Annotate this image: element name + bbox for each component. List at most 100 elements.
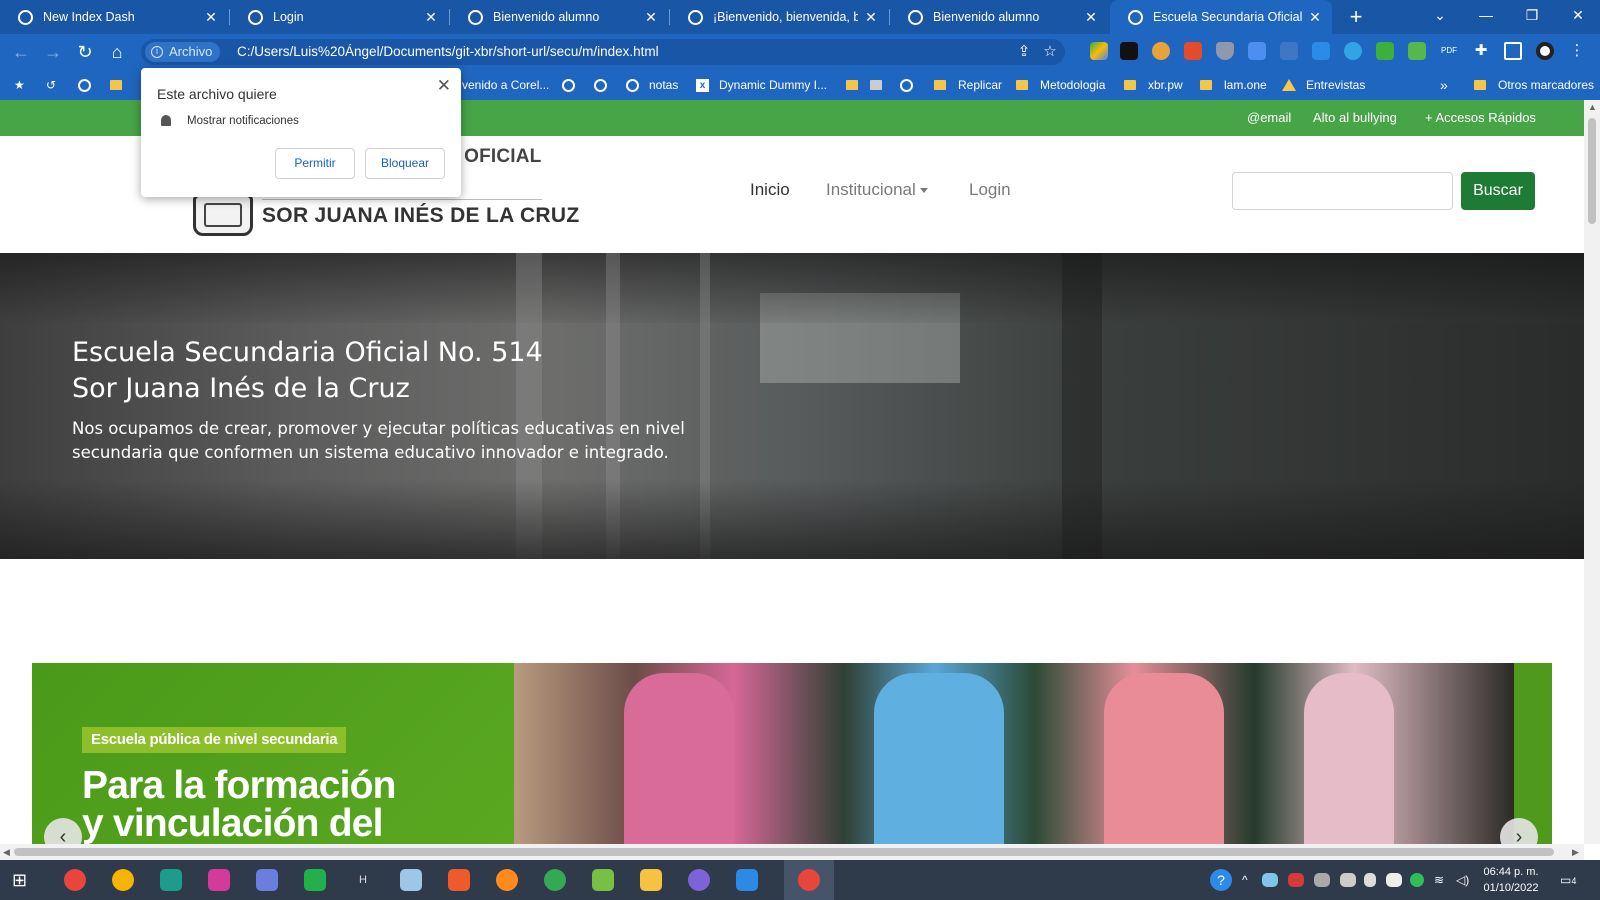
menu-icon[interactable]: ⋮: [1568, 42, 1586, 60]
cloud-icon[interactable]: [1262, 873, 1278, 887]
bookmarks-overflow[interactable]: »: [1440, 70, 1448, 100]
volume-icon[interactable]: ◁): [1456, 860, 1469, 900]
close-window-icon[interactable]: ✕: [1558, 0, 1598, 30]
close-icon[interactable]: ✕: [437, 76, 451, 96]
app-icon[interactable]: [400, 869, 422, 891]
scroll-left-icon[interactable]: ◀: [3, 847, 10, 858]
wifi-icon[interactable]: ≋: [1434, 860, 1444, 900]
share-icon[interactable]: ⇪: [1015, 43, 1033, 61]
close-icon[interactable]: ✕: [204, 9, 218, 26]
tab-bienvenido-alumno-2[interactable]: Bienvenido alumno ✕: [890, 0, 1108, 34]
reload-icon[interactable]: ↻: [74, 41, 96, 63]
tab-bienvenido-bienvenida[interactable]: ¡Bienvenido, bienvenida, bien ✕: [670, 0, 888, 34]
chrome-canary-icon[interactable]: [112, 869, 134, 891]
tray-app-icon[interactable]: [1340, 873, 1356, 887]
school-crest-logo[interactable]: [193, 194, 253, 236]
h-app-icon[interactable]: H: [352, 869, 374, 891]
site-info-chip[interactable]: i Archivo: [145, 42, 221, 62]
brave-icon[interactable]: [448, 869, 470, 891]
drive-extension-icon[interactable]: [1090, 42, 1108, 60]
tab-search-icon[interactable]: ⌄: [1420, 0, 1460, 30]
mail-extension-icon[interactable]: [1120, 42, 1138, 60]
tab-bienvenido-alumno[interactable]: Bienvenido alumno ✕: [450, 0, 668, 34]
bullying-link[interactable]: Alto al bullying: [1313, 100, 1397, 136]
bookmark-folder[interactable]: [110, 70, 134, 100]
system-clock[interactable]: 06:44 p. m. 01/10/2022: [1476, 864, 1546, 896]
bookmark-lam[interactable]: lam.one: [1200, 70, 1267, 100]
tab-escuela-secundaria[interactable]: Escuela Secundaria Oficial No ✕: [1110, 0, 1332, 34]
search-input[interactable]: [1232, 172, 1453, 210]
restore-icon[interactable]: ❐: [1512, 0, 1552, 30]
vscode-icon[interactable]: [736, 869, 758, 891]
horizontal-scrollbar[interactable]: ◀ ▶: [0, 844, 1584, 860]
search-button[interactable]: Buscar: [1461, 172, 1535, 210]
url-text[interactable]: C:/Users/Luis%20Ángel/Documents/git-xbr/…: [237, 39, 659, 65]
file-explorer-icon[interactable]: [640, 869, 662, 891]
email-link[interactable]: @email: [1247, 100, 1291, 136]
app-icon[interactable]: [208, 869, 230, 891]
bookmark-folder-2[interactable]: [846, 70, 870, 100]
tray-app-icon[interactable]: [1314, 873, 1330, 887]
bookmark-replicar[interactable]: Replicar: [934, 70, 1002, 100]
pdf-extension-icon[interactable]: PDF: [1440, 42, 1458, 60]
bookmark-xbr[interactable]: xbr.pw: [1124, 70, 1183, 100]
pocket-extension-icon[interactable]: [1280, 42, 1298, 60]
bookmark-globe[interactable]: [78, 70, 101, 100]
bookmark-globe-2[interactable]: [562, 70, 585, 100]
bookmark-notas[interactable]: notas: [626, 70, 678, 100]
bookmark-history[interactable]: ↺: [46, 70, 56, 100]
chevron-up-icon[interactable]: ^: [1242, 860, 1248, 900]
chrome-dev-icon[interactable]: [544, 869, 566, 891]
battery-icon[interactable]: [1364, 873, 1376, 887]
quick-access-link[interactable]: + Accesos Rápidos: [1425, 100, 1536, 136]
hp-extension-icon[interactable]: [1312, 42, 1330, 60]
close-icon[interactable]: ✕: [864, 9, 878, 26]
windows-start-icon[interactable]: ⊞: [12, 869, 34, 891]
vertical-scrollbar[interactable]: ▲: [1584, 100, 1600, 844]
chrome-icon[interactable]: [64, 869, 86, 891]
puzzle-icon[interactable]: ✚: [1472, 42, 1490, 60]
nav-login[interactable]: Login: [969, 180, 1011, 200]
firefox-icon[interactable]: [496, 869, 518, 891]
bookmark-entrevistas[interactable]: Entrevistas: [1282, 70, 1365, 100]
tray-app-icon[interactable]: [1288, 873, 1304, 887]
home-icon[interactable]: ⌂: [106, 41, 128, 63]
horizontal-scroll-thumb[interactable]: [14, 848, 1554, 856]
back-icon[interactable]: ←: [10, 41, 32, 63]
security-icon[interactable]: [1386, 873, 1402, 887]
minimize-icon[interactable]: —: [1466, 0, 1506, 30]
address-bar[interactable]: i Archivo C:/Users/Luis%20Ángel/Document…: [141, 39, 1065, 65]
bookmark-camera[interactable]: [870, 70, 894, 100]
sheet-extension-icon[interactable]: [1408, 42, 1426, 60]
app-icon[interactable]: [592, 869, 614, 891]
chrome-icon[interactable]: [798, 869, 820, 891]
close-icon[interactable]: ✕: [1308, 9, 1322, 26]
app-icon[interactable]: [160, 869, 182, 891]
tab-login[interactable]: Login ✕: [230, 0, 448, 34]
scroll-up-icon[interactable]: ▲: [1588, 102, 1597, 112]
scroll-right-icon[interactable]: ▶: [1572, 847, 1579, 858]
brave-extension-icon[interactable]: [1184, 42, 1202, 60]
notifications-icon[interactable]: ▭4: [1560, 860, 1576, 900]
tab-new-index-dash[interactable]: New Index Dash ✕: [0, 0, 228, 34]
bookmark-metodologia[interactable]: Metodologia: [1016, 70, 1105, 100]
help-icon[interactable]: ?: [1210, 869, 1232, 891]
bookmark-star[interactable]: ★: [14, 70, 25, 100]
shield-extension-icon[interactable]: [1216, 42, 1234, 60]
bookmark-dynamic-dummy[interactable]: x Dynamic Dummy I...: [696, 70, 827, 100]
block-button[interactable]: Bloquear: [365, 148, 445, 179]
cookie-extension-icon[interactable]: [1152, 42, 1170, 60]
app-icon[interactable]: [304, 869, 326, 891]
app-icon[interactable]: [256, 869, 278, 891]
translate-extension-icon[interactable]: [1248, 42, 1266, 60]
side-panel-icon[interactable]: [1504, 42, 1522, 60]
allow-button[interactable]: Permitir: [275, 148, 355, 179]
new-tab-button[interactable]: +: [1343, 4, 1369, 30]
bookmark-otros[interactable]: Otros marcadores: [1474, 70, 1594, 100]
nav-institutional[interactable]: Institucional: [826, 180, 928, 200]
star-icon[interactable]: ☆: [1041, 43, 1059, 61]
close-icon[interactable]: ✕: [424, 9, 438, 26]
vertical-scroll-thumb[interactable]: [1588, 118, 1596, 224]
close-icon[interactable]: ✕: [644, 9, 658, 26]
edge-extension-icon[interactable]: [1344, 42, 1362, 60]
